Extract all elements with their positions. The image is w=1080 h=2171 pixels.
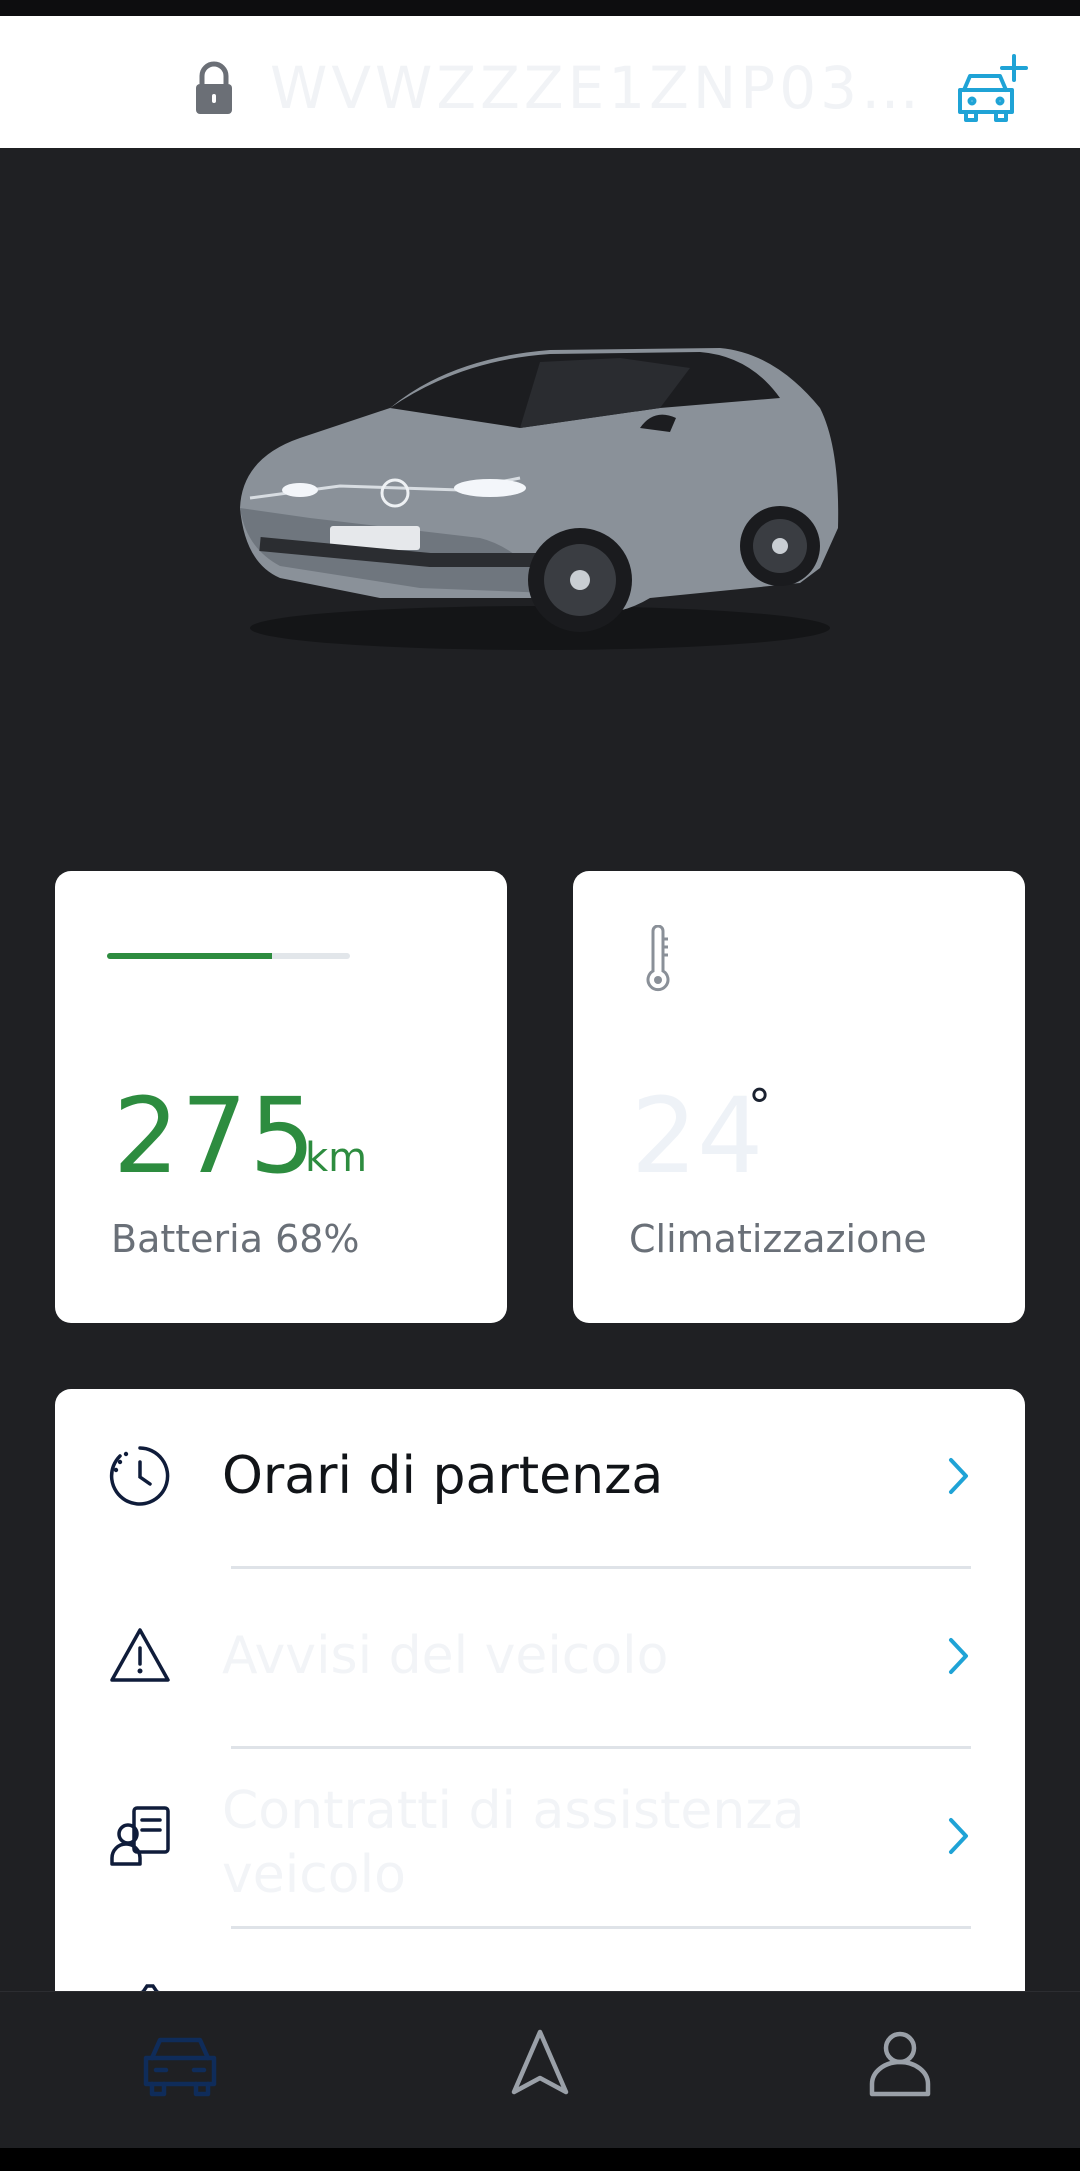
navigation-icon[interactable]	[500, 2022, 580, 2102]
battery-card[interactable]: 275 km Batteria 68%	[55, 871, 507, 1323]
thermometer-icon	[646, 925, 670, 992]
clock-icon	[109, 1446, 170, 1506]
vehicle-image	[240, 348, 839, 650]
bottom-navigation	[0, 1991, 1080, 2148]
temperature-value: 24	[631, 1075, 764, 1197]
battery-level-bar	[107, 953, 350, 959]
range-value: 275	[113, 1075, 318, 1197]
climate-card[interactable]: 24 ° Climatizzazione	[573, 871, 1025, 1323]
vehicle-vin: WVWZZZE1ZNP03…	[270, 56, 924, 120]
menu-item-departure-times[interactable]: Orari di partenza	[55, 1389, 1025, 1567]
menu-item-label: Contratti di assistenza veicolo	[222, 1781, 805, 1905]
system-nav-strip	[0, 2148, 1080, 2171]
battery-level-fill	[107, 953, 273, 959]
menu-item-label: Avvisi del veicolo	[222, 1626, 669, 1686]
menu-card: Orari di partenza Avvisi del veicolo Con…	[55, 1389, 1025, 2009]
chevron-right-icon	[949, 1818, 968, 1854]
climate-label: Climatizzazione	[629, 1217, 927, 1261]
status-bar	[0, 0, 1080, 16]
menu-item-label: Orari di partenza	[222, 1446, 664, 1506]
menu-divider	[231, 1926, 971, 1929]
lock-icon[interactable]	[192, 60, 236, 116]
battery-label: Batteria 68%	[111, 1217, 360, 1261]
service-contract-icon	[110, 1806, 170, 1866]
car-icon[interactable]	[140, 2022, 220, 2102]
car-add-icon[interactable]	[956, 50, 1028, 130]
menu-item-service-contracts[interactable]: Contratti di assistenza veicolo	[55, 1749, 1025, 1927]
vehicle-image-area	[0, 148, 1080, 868]
chevron-right-icon	[949, 1458, 968, 1494]
menu-item-vehicle-warnings[interactable]: Avvisi del veicolo	[55, 1569, 1025, 1747]
profile-icon[interactable]	[860, 2022, 940, 2102]
warning-icon	[110, 1628, 170, 1682]
chevron-right-icon	[949, 1638, 968, 1674]
top-bar: WVWZZZE1ZNP03…	[0, 16, 1080, 148]
degree-symbol: °	[748, 1079, 771, 1133]
range-unit: km	[305, 1135, 368, 1181]
